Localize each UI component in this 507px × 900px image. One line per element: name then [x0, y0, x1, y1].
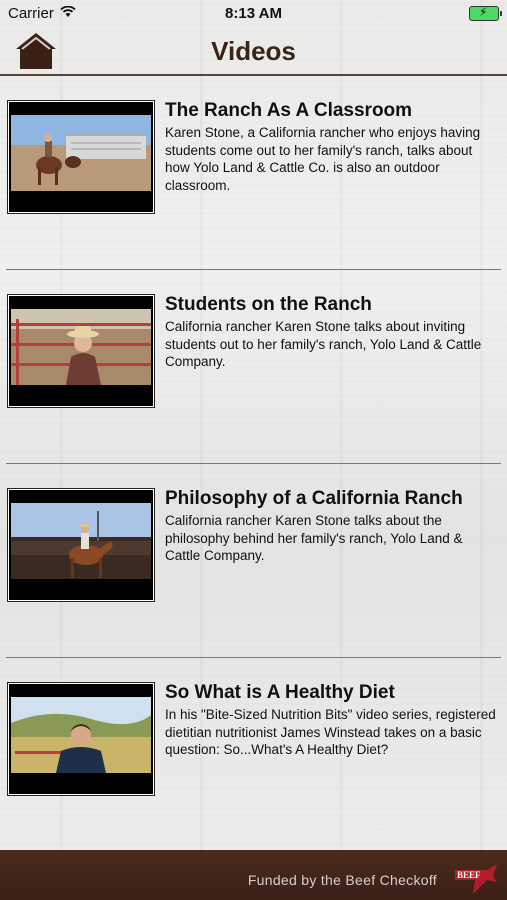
- students-on-ranch-thumbnail-image: [11, 309, 151, 385]
- philosophy-ranch-thumbnail-image: [11, 503, 151, 579]
- video-text: The Ranch As A Classroom Karen Stone, a …: [165, 100, 497, 194]
- battery-icon: ⚡: [469, 5, 502, 21]
- video-thumbnail[interactable]: [7, 682, 155, 796]
- status-bar: Carrier 8:13 AM ⚡: [0, 0, 507, 28]
- video-text: Philosophy of a California Ranch Califor…: [165, 488, 497, 565]
- video-list: The Ranch As A Classroom Karen Stone, a …: [0, 76, 507, 852]
- healthy-diet-thumbnail-image: [11, 697, 151, 773]
- video-description: California rancher Karen Stone talks abo…: [165, 513, 463, 564]
- video-description: In his "Bite-Sized Nutrition Bits" video…: [165, 707, 496, 758]
- beef-logo-text: BEEF: [457, 870, 481, 880]
- video-list-item[interactable]: Philosophy of a California Ranch Califor…: [0, 464, 507, 658]
- video-text: So What is A Healthy Diet In his "Bite-S…: [165, 682, 497, 759]
- status-right: ⚡: [469, 5, 502, 21]
- video-title: The Ranch As A Classroom: [165, 100, 413, 121]
- video-text: Students on the Ranch California rancher…: [165, 294, 497, 371]
- video-thumbnail[interactable]: [7, 294, 155, 408]
- video-thumbnail[interactable]: [7, 488, 155, 602]
- funded-by-label: Funded by the Beef Checkoff: [247, 872, 437, 888]
- video-thumbnail[interactable]: [7, 100, 155, 214]
- video-list-item[interactable]: So What is A Healthy Diet In his "Bite-S…: [0, 658, 507, 852]
- footer-bar: Funded by the Beef Checkoff BEEF: [0, 850, 507, 900]
- video-title: Students on the Ranch: [165, 294, 372, 315]
- beef-checkoff-logo[interactable]: BEEF: [453, 862, 499, 896]
- video-description: California rancher Karen Stone talks abo…: [165, 319, 482, 370]
- video-description: Karen Stone, a California rancher who en…: [165, 125, 481, 193]
- page-title: Videos: [211, 36, 296, 66]
- ranch-classroom-thumbnail-image: [11, 115, 151, 191]
- video-list-item[interactable]: The Ranch As A Classroom Karen Stone, a …: [0, 76, 507, 270]
- video-list-item[interactable]: Students on the Ranch California rancher…: [0, 270, 507, 464]
- navigation-bar: Videos: [0, 28, 507, 74]
- status-time: 8:13 AM: [225, 5, 282, 22]
- video-title: So What is A Healthy Diet: [165, 682, 395, 703]
- video-title: Philosophy of a California Ranch: [165, 488, 463, 509]
